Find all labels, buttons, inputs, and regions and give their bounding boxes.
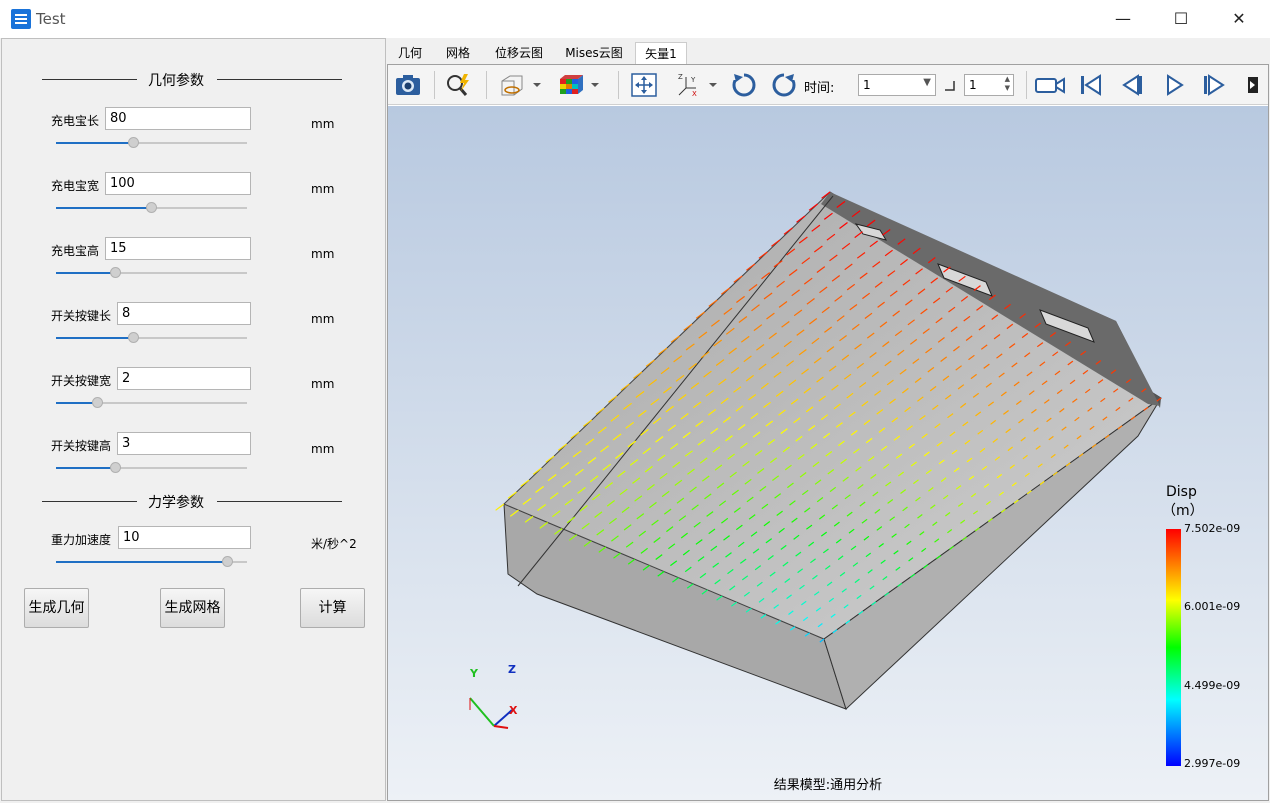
- param-unit: mm: [311, 182, 335, 196]
- generate-geometry-button[interactable]: 生成几何: [24, 588, 89, 628]
- chevron-down-icon[interactable]: [530, 72, 544, 98]
- param-slider[interactable]: [56, 137, 247, 149]
- slider-thumb[interactable]: [110, 267, 121, 278]
- gravity-input[interactable]: 10: [118, 526, 251, 549]
- parameter-panel: 几何参数 充电宝长 80 mm 充电宝宽 100 mm 充电宝高 15 mm 开…: [1, 38, 386, 801]
- first-frame-icon[interactable]: [1076, 72, 1104, 98]
- tab-mises[interactable]: Mises云图: [559, 42, 629, 64]
- legend-unit: （m）: [1162, 503, 1204, 519]
- camera-icon[interactable]: [394, 72, 422, 98]
- legend-value: 6.001e-09: [1184, 600, 1241, 613]
- axis-icon[interactable]: Z YX: [674, 72, 702, 98]
- param-label: 充电宝高: [51, 244, 100, 258]
- slider-thumb[interactable]: [92, 397, 103, 408]
- param-input[interactable]: 80: [105, 107, 251, 130]
- svg-text:Z: Z: [678, 73, 683, 81]
- result-model-label: 结果模型:通用分析: [773, 778, 883, 793]
- param-input[interactable]: 8: [117, 302, 251, 325]
- play-icon[interactable]: [1160, 72, 1188, 98]
- compute-button[interactable]: 计算: [300, 588, 365, 628]
- param-input[interactable]: 15: [105, 237, 251, 260]
- tab-mesh[interactable]: 网格: [437, 42, 479, 64]
- video-icon[interactable]: [1034, 72, 1066, 98]
- svg-text:Y: Y: [690, 76, 696, 84]
- axis-y-label: Y: [469, 667, 479, 680]
- param-slider[interactable]: [56, 397, 247, 409]
- axis-z-label: Z: [508, 663, 516, 676]
- vector-arrow: [495, 503, 505, 511]
- param-slider[interactable]: [56, 462, 247, 474]
- param-slider[interactable]: [56, 332, 247, 344]
- tab-displacement[interactable]: 位移云图: [485, 42, 553, 64]
- legend-min-value: 2.997e-09: [1184, 757, 1241, 770]
- chevron-down-icon: ▼: [923, 77, 931, 88]
- param-slider[interactable]: [56, 202, 247, 214]
- view-cube-icon[interactable]: [498, 72, 526, 98]
- geometry-group-title: 几何参数: [148, 73, 204, 89]
- tab-geometry[interactable]: 几何: [389, 42, 431, 64]
- slider-thumb[interactable]: [146, 202, 157, 213]
- chevron-down-icon[interactable]: [588, 72, 602, 98]
- param-unit: mm: [311, 117, 335, 131]
- param-unit: mm: [311, 442, 335, 456]
- mechanics-group-title: 力学参数: [148, 495, 204, 511]
- step-spinbox[interactable]: 1 ▲ ▼: [964, 74, 1014, 96]
- param-label: 开关按键宽: [51, 374, 112, 388]
- slider-thumb[interactable]: [110, 462, 121, 473]
- 3d-viewport[interactable]: Y Z X Disp （m） 7.502e-09 6.001e-09 4.499…: [388, 106, 1268, 800]
- slider-thumb[interactable]: [128, 332, 139, 343]
- prev-frame-icon[interactable]: [1118, 72, 1146, 98]
- rotate-cw-icon[interactable]: [730, 72, 758, 98]
- gravity-unit: 米/秒^2: [311, 537, 357, 551]
- param-label: 充电宝长: [51, 114, 100, 128]
- zoom-fit-icon[interactable]: [444, 72, 472, 98]
- param-unit: mm: [311, 312, 335, 326]
- time-select[interactable]: 1 ▼: [858, 74, 936, 96]
- param-label: 开关按键高: [51, 439, 112, 453]
- more-icon[interactable]: [1246, 72, 1260, 98]
- param-unit: mm: [311, 377, 335, 391]
- slider-thumb[interactable]: [128, 137, 139, 148]
- param-slider[interactable]: [56, 267, 247, 279]
- legend-colorbar: [1166, 529, 1181, 766]
- step-spinbox-value: 1: [969, 78, 977, 92]
- close-button[interactable]: ✕: [1210, 0, 1268, 38]
- result-viewer: ZYX 时间: 1 ▼ 1 ▲ ▼ Y Z X Disp （m） 7.502e-…: [387, 64, 1269, 801]
- next-frame-icon[interactable]: [1200, 72, 1228, 98]
- spin-arrows-icon[interactable]: ▲ ▼: [1005, 75, 1010, 93]
- window-title: Test: [36, 10, 66, 28]
- minimize-button[interactable]: —: [1094, 0, 1152, 38]
- axis-x-label: X: [509, 704, 518, 717]
- vector-field-model: Y Z X: [469, 191, 1162, 729]
- maximize-button[interactable]: ☐: [1152, 0, 1210, 38]
- gravity-label: 重力加速度: [51, 533, 112, 547]
- legend-value: 4.499e-09: [1184, 679, 1241, 692]
- legend-max-value: 7.502e-09: [1184, 522, 1241, 535]
- legend-title: Disp: [1166, 484, 1197, 500]
- gravity-slider[interactable]: [56, 556, 247, 568]
- viewer-toolbar: ZYX 时间: 1 ▼ 1 ▲ ▼: [388, 65, 1268, 105]
- rotate-ccw-icon[interactable]: [770, 72, 798, 98]
- slider-thumb[interactable]: [222, 556, 233, 567]
- param-label: 充电宝宽: [51, 179, 100, 193]
- param-unit: mm: [311, 247, 335, 261]
- geometry-group-header: 几何参数: [42, 69, 342, 89]
- app-icon: [11, 9, 31, 29]
- param-label: 开关按键长: [51, 309, 112, 323]
- time-label: 时间:: [804, 81, 835, 96]
- param-input[interactable]: 100: [105, 172, 251, 195]
- svg-text:X: X: [692, 90, 697, 98]
- step-indicator-icon: [945, 81, 955, 91]
- title-bar: Test — ☐ ✕: [0, 0, 1270, 38]
- param-input[interactable]: 3: [117, 432, 251, 455]
- axis-triad: Y Z X: [469, 663, 518, 729]
- color-cube-icon[interactable]: [556, 72, 584, 98]
- time-select-value: 1: [863, 78, 871, 92]
- mechanics-group-header: 力学参数: [42, 491, 342, 511]
- generate-mesh-button[interactable]: 生成网格: [160, 588, 225, 628]
- chevron-down-icon[interactable]: [706, 72, 720, 98]
- param-input[interactable]: 2: [117, 367, 251, 390]
- pan-icon[interactable]: [630, 72, 658, 98]
- tab-vector1[interactable]: 矢量1: [635, 42, 687, 64]
